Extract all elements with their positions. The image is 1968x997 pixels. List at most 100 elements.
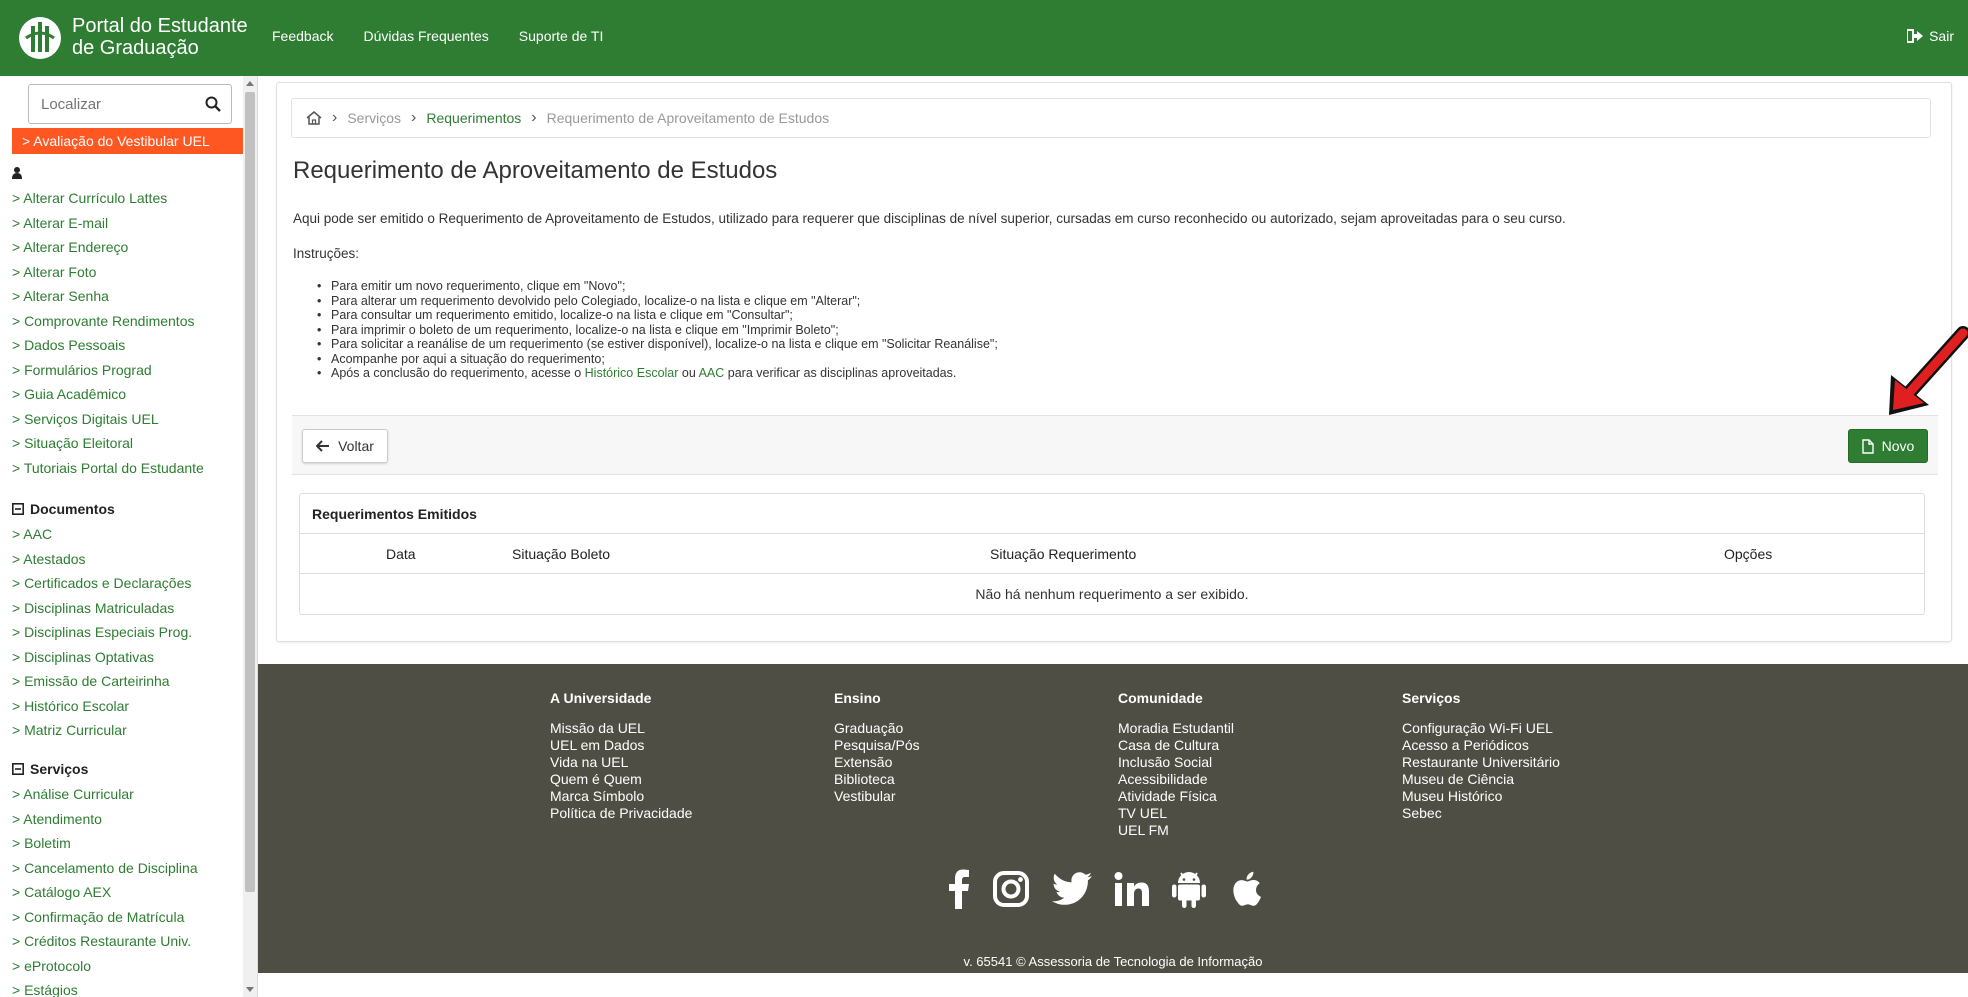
sidebar-item-atendimento[interactable]: > Atendimento: [12, 807, 246, 832]
nav-suporte-ti[interactable]: Suporte de TI: [519, 28, 604, 44]
sidebar-scrollbar[interactable]: [243, 76, 257, 997]
column-header-opcoes: Opções: [1724, 546, 1773, 562]
sidebar-item-alterar-endereco[interactable]: > Alterar Endereço: [12, 235, 246, 260]
sidebar-item-cancelamento[interactable]: > Cancelamento de Disciplina: [12, 856, 246, 881]
sidebar-item-guia-academico[interactable]: > Guia Acadêmico: [12, 382, 246, 407]
footer-link[interactable]: Configuração Wi-Fi UEL: [1402, 720, 1672, 737]
footer-link[interactable]: Museu Histórico: [1402, 788, 1672, 805]
instagram-icon[interactable]: [992, 870, 1030, 908]
new-button[interactable]: Novo: [1848, 429, 1928, 463]
footer-link[interactable]: Pesquisa/Pós: [834, 737, 1104, 754]
scroll-down-arrow-icon[interactable]: [246, 987, 254, 992]
footer-link[interactable]: TV UEL: [1118, 805, 1388, 822]
servicos-section-head: Serviços: [12, 756, 246, 782]
sidebar-item-alterar-foto[interactable]: > Alterar Foto: [12, 260, 246, 285]
facebook-icon[interactable]: [948, 869, 970, 909]
sidebar-item-disciplinas-especiais[interactable]: > Disciplinas Especiais Prog.: [12, 620, 246, 645]
sidebar-item-analise-curricular[interactable]: > Análise Curricular: [12, 782, 246, 807]
sidebar-promo-vestibular[interactable]: > Avaliação do Vestibular UEL: [12, 128, 246, 154]
footer-link[interactable]: Vida na UEL: [550, 754, 820, 771]
nav-duvidas-frequentes[interactable]: Dúvidas Frequentes: [363, 28, 488, 44]
footer-link[interactable]: Quem é Quem: [550, 771, 820, 788]
social-icons: [948, 869, 1262, 909]
instructions-list: Para emitir um novo requerimento, clique…: [317, 279, 998, 381]
sidebar-item-dados-pessoais[interactable]: > Dados Pessoais: [12, 333, 246, 358]
search-icon[interactable]: [205, 96, 221, 112]
sidebar-item-certificados[interactable]: > Certificados e Declarações: [12, 571, 246, 596]
breadcrumb-requerimentos[interactable]: Requerimentos: [426, 110, 521, 126]
footer-link[interactable]: Vestibular: [834, 788, 1104, 805]
sidebar-item-alterar-senha[interactable]: > Alterar Senha: [12, 284, 246, 309]
nav-feedback[interactable]: Feedback: [272, 28, 333, 44]
scroll-up-arrow-icon[interactable]: [246, 81, 254, 86]
sidebar-search-input[interactable]: [29, 85, 189, 123]
footer-link[interactable]: Moradia Estudantil: [1118, 720, 1388, 737]
uel-logo-icon[interactable]: [18, 16, 62, 60]
sidebar-item-creditos-restaurante[interactable]: > Créditos Restaurante Univ.: [12, 929, 246, 954]
twitter-icon[interactable]: [1052, 872, 1092, 906]
footer-link[interactable]: Extensão: [834, 754, 1104, 771]
link-aac[interactable]: AAC: [699, 366, 725, 380]
footer-link[interactable]: UEL FM: [1118, 822, 1388, 839]
footer-col-title: Ensino: [834, 690, 881, 706]
footer-link[interactable]: Política de Privacidade: [550, 805, 820, 822]
home-icon[interactable]: [306, 111, 322, 125]
sidebar-item-alterar-curriculo[interactable]: > Alterar Currículo Lattes: [12, 186, 246, 211]
documentos-title: Documentos: [30, 501, 115, 517]
sidebar-item-carteirinha[interactable]: > Emissão de Carteirinha: [12, 669, 246, 694]
sidebar-item-confirmacao-matricula[interactable]: > Confirmação de Matrícula: [12, 905, 246, 930]
footer-link[interactable]: Graduação: [834, 720, 1104, 737]
sidebar-item-servicos-digitais[interactable]: > Serviços Digitais UEL: [12, 407, 246, 432]
footer-bottom-strip: [258, 973, 1968, 997]
footer-link[interactable]: UEL em Dados: [550, 737, 820, 754]
minus-square-icon[interactable]: [12, 503, 24, 515]
footer-link[interactable]: Acesso a Periódicos: [1402, 737, 1672, 754]
instruction-text: para verificar as disciplinas aproveitad…: [724, 366, 957, 380]
footer-link[interactable]: Atividade Física: [1118, 788, 1388, 805]
link-historico-escolar[interactable]: Histórico Escolar: [585, 366, 679, 380]
sidebar-item-historico-escolar[interactable]: > Histórico Escolar: [12, 694, 246, 719]
sidebar-item-disciplinas-matriculadas[interactable]: > Disciplinas Matriculadas: [12, 596, 246, 621]
sidebar-item-tutoriais[interactable]: > Tutoriais Portal do Estudante: [12, 456, 246, 481]
sidebar-item-boletim[interactable]: > Boletim: [12, 831, 246, 856]
sidebar-item-matriz-curricular[interactable]: > Matriz Curricular: [12, 718, 246, 743]
sidebar-item-catalogo-aex[interactable]: > Catálogo AEX: [12, 880, 246, 905]
back-button[interactable]: Voltar: [302, 429, 388, 463]
brand-line-2: de Graduação: [72, 37, 199, 59]
sidebar-item-disciplinas-optativas[interactable]: > Disciplinas Optativas: [12, 645, 246, 670]
footer-link[interactable]: Acessibilidade: [1118, 771, 1388, 788]
footer-link[interactable]: Sebec: [1402, 805, 1672, 822]
column-header-situacao-requerimento: Situação Requerimento: [990, 546, 1137, 562]
sidebar-item-eprotocolo[interactable]: > eProtocolo: [12, 954, 246, 979]
footer-link[interactable]: Casa de Cultura: [1118, 737, 1388, 754]
sidebar-item-formularios[interactable]: > Formulários Prograd: [12, 358, 246, 383]
sidebar-item-aac[interactable]: > AAC: [12, 522, 246, 547]
android-icon[interactable]: [1172, 869, 1206, 909]
footer-link[interactable]: Missão da UEL: [550, 720, 820, 737]
footer-link[interactable]: Museu de Ciência: [1402, 771, 1672, 788]
red-arrow-annotation-icon: [1889, 326, 1968, 415]
file-icon: [1861, 438, 1874, 454]
breadcrumb-current: Requerimento de Aproveitamento de Estudo…: [546, 110, 830, 126]
instructions-title: Instruções:: [293, 246, 360, 261]
linkedin-icon[interactable]: [1114, 871, 1150, 907]
footer-link[interactable]: Biblioteca: [834, 771, 1104, 788]
portal-brand[interactable]: Portal do Estudante de Graduação: [72, 15, 248, 59]
user-icon: [12, 167, 22, 179]
sidebar-item-alterar-email[interactable]: > Alterar E-mail: [12, 211, 246, 236]
sidebar-user-section: > Alterar Currículo Lattes > Alterar E-m…: [12, 160, 246, 480]
logout-button[interactable]: Sair: [1907, 28, 1954, 44]
apple-icon[interactable]: [1228, 869, 1262, 909]
minus-square-icon[interactable]: [12, 763, 24, 775]
footer-link[interactable]: Marca Símbolo: [550, 788, 820, 805]
column-header-data: Data: [386, 546, 416, 562]
sidebar-item-estagios[interactable]: > Estágios: [12, 978, 246, 997]
sidebar-item-situacao-eleitoral[interactable]: > Situação Eleitoral: [12, 431, 246, 456]
sidebar-item-comprovante[interactable]: > Comprovante Rendimentos: [12, 309, 246, 334]
breadcrumb-servicos[interactable]: Serviços: [347, 110, 401, 126]
footer-link[interactable]: Inclusão Social: [1118, 754, 1388, 771]
footer-link[interactable]: Restaurante Universitário: [1402, 754, 1672, 771]
scrollbar-thumb[interactable]: [245, 92, 255, 892]
logout-label: Sair: [1929, 28, 1954, 44]
sidebar-item-atestados[interactable]: > Atestados: [12, 547, 246, 572]
